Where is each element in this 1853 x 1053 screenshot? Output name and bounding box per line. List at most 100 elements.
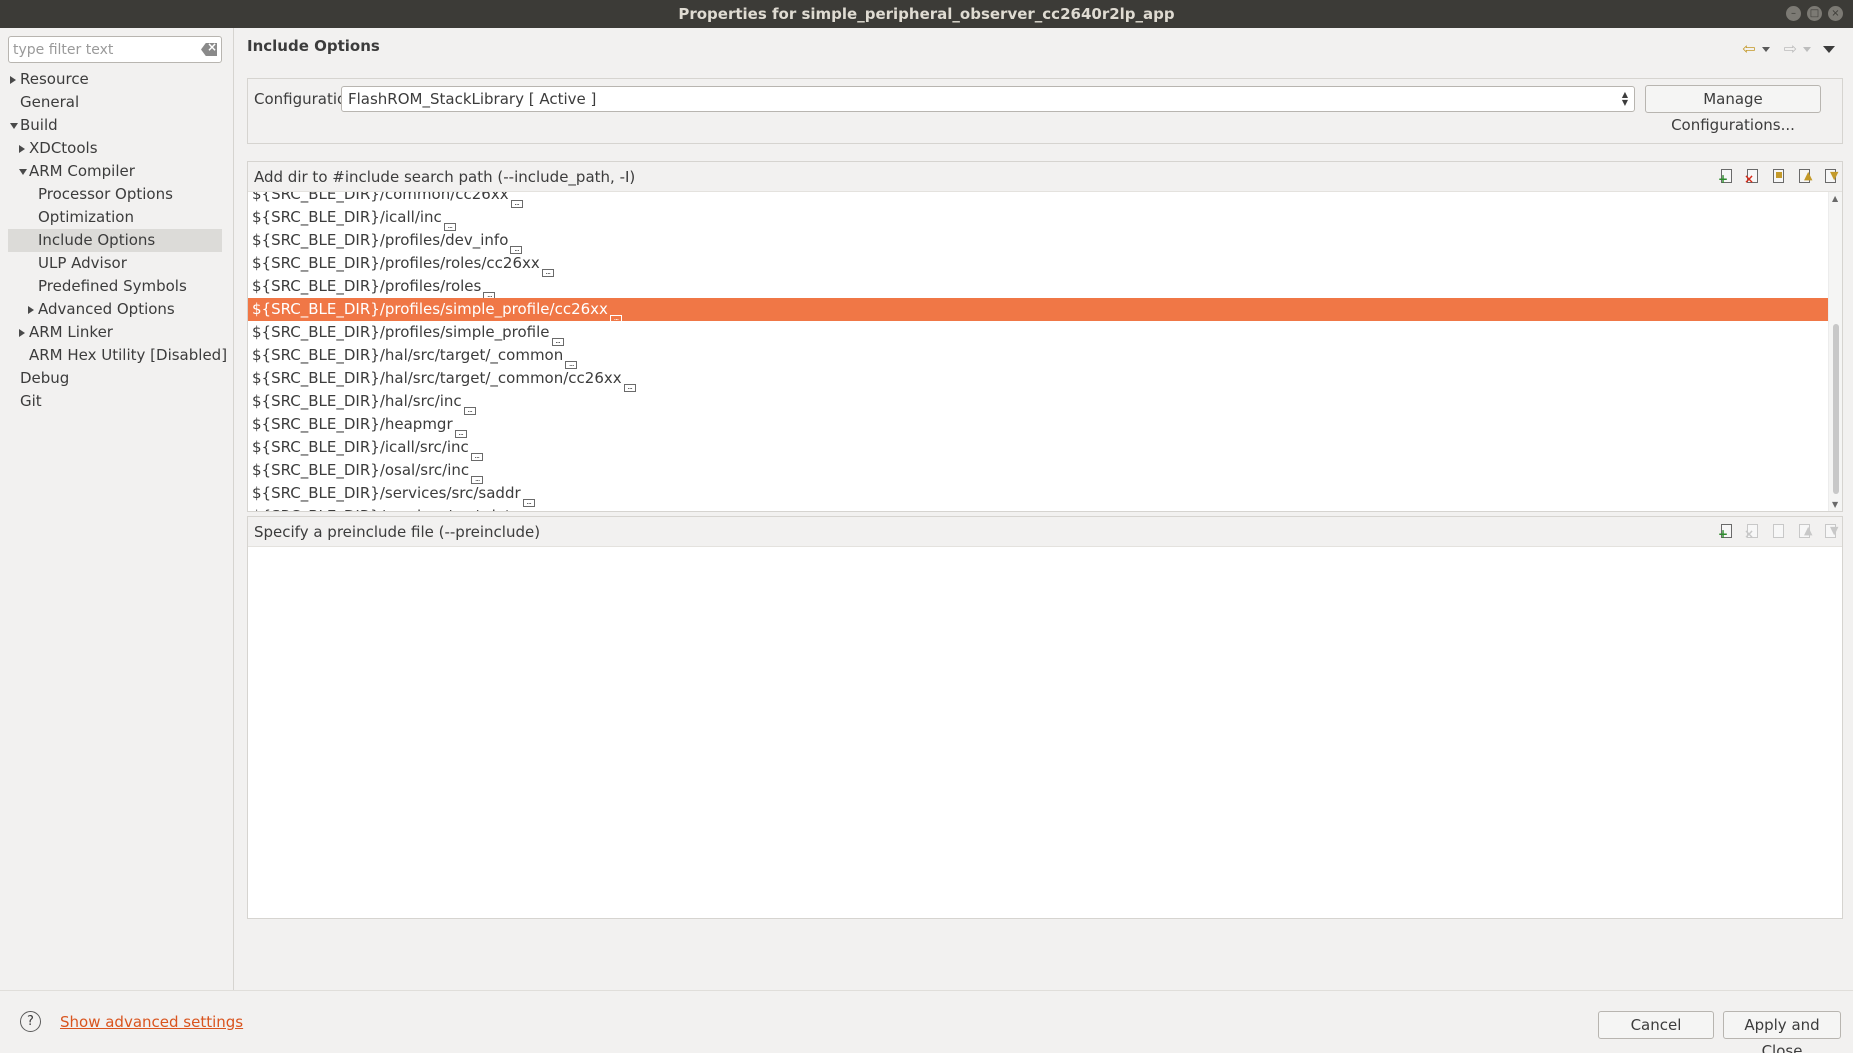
page-title: Include Options bbox=[247, 37, 380, 55]
tree-item-ulp-advisor[interactable]: ULP Advisor bbox=[8, 252, 222, 275]
tree-item-arm-linker[interactable]: ARM Linker bbox=[8, 321, 222, 344]
tree-item-optimization[interactable]: Optimization bbox=[8, 206, 222, 229]
scroll-down-icon[interactable]: ▼ bbox=[1832, 500, 1838, 509]
include-path-row[interactable]: ${SRC_BLE_DIR}/profiles/simple_profile/c… bbox=[248, 298, 1828, 323]
include-path-row[interactable]: ${SRC_BLE_DIR}/hal/src/target/_common... bbox=[248, 344, 1828, 369]
tree-item-label: Processor Options bbox=[38, 185, 173, 203]
tree-item-label: ULP Advisor bbox=[38, 254, 127, 272]
filter-input[interactable] bbox=[9, 37, 189, 62]
move-down-preinclude-icon[interactable]: ▼ bbox=[1822, 523, 1838, 539]
expanded-arrow-icon[interactable] bbox=[10, 123, 18, 129]
clear-filter-icon[interactable] bbox=[201, 43, 217, 56]
preinclude-toolbar: + × ▲ ▼ bbox=[1718, 523, 1838, 540]
move-up-preinclude-icon[interactable]: ▲ bbox=[1796, 523, 1812, 539]
expanded-arrow-icon[interactable] bbox=[19, 169, 27, 175]
manage-configurations-button[interactable]: Manage Configurations... bbox=[1645, 85, 1821, 134]
tree-item-label: Git bbox=[20, 392, 42, 410]
include-path-text: ${SRC_BLE_DIR}/hal/src/inc bbox=[252, 392, 462, 410]
collapsed-arrow-icon[interactable] bbox=[19, 329, 25, 337]
forward-history-dropdown-icon[interactable] bbox=[1803, 46, 1811, 52]
include-path-text: ${SRC_BLE_DIR}/profiles/roles/cc26xx bbox=[252, 254, 540, 272]
back-arrow-icon[interactable]: ⇦ bbox=[1742, 41, 1755, 57]
include-path-row[interactable]: ${SRC_BLE_DIR}/hal/src/inc... bbox=[248, 390, 1828, 415]
property-page: Include Options ⇦ ⇨ Configuration: Flash… bbox=[235, 28, 1853, 990]
preinclude-panel: Specify a preinclude file (--preinclude)… bbox=[247, 516, 1843, 919]
close-icon[interactable]: × bbox=[1828, 6, 1843, 21]
scroll-up-icon[interactable]: ▲ bbox=[1832, 194, 1838, 203]
tree-item-label: ARM Hex Utility [Disabled] bbox=[29, 346, 228, 364]
tree-item-label: ARM Compiler bbox=[29, 162, 135, 180]
configuration-group: Configuration: FlashROM_StackLibrary [ A… bbox=[247, 78, 1843, 144]
tree-item-predefined-symbols[interactable]: Predefined Symbols bbox=[8, 275, 222, 298]
apply-and-close-button[interactable]: Apply and Close bbox=[1723, 1011, 1841, 1053]
include-path-row[interactable]: ${SRC_BLE_DIR}/hal/src/target/_common/cc… bbox=[248, 367, 1828, 392]
tree-item-label: XDCtools bbox=[29, 139, 98, 157]
include-path-row[interactable]: ${SRC_BLE_DIR}/profiles/roles... bbox=[248, 275, 1828, 300]
tree-item-label: Include Options bbox=[38, 231, 156, 249]
include-path-text: ${SRC_BLE_DIR}/profiles/simple_profile/c… bbox=[252, 300, 608, 318]
delete-path-icon[interactable]: × bbox=[1744, 168, 1760, 185]
tree-item-xdctools[interactable]: XDCtools bbox=[8, 137, 222, 160]
include-path-list[interactable]: ${SRC_BLE_DIR}/common/cc26xx... ${SRC_BLE… bbox=[248, 192, 1828, 511]
include-path-row[interactable]: ${SRC_BLE_DIR}/icall/inc... bbox=[248, 206, 1828, 231]
include-path-text: ${SRC_BLE_DIR}/icall/inc bbox=[252, 208, 442, 226]
include-path-text: ${SRC_BLE_DIR}/icall/src/inc bbox=[252, 438, 469, 456]
back-history-dropdown-icon[interactable] bbox=[1761, 46, 1770, 52]
tree-item-resource[interactable]: Resource bbox=[8, 68, 222, 91]
preinclude-list[interactable] bbox=[248, 547, 1842, 918]
include-path-row[interactable]: ${SRC_BLE_DIR}/profiles/simple_profile..… bbox=[248, 321, 1828, 346]
move-up-icon[interactable]: ▲ bbox=[1796, 168, 1812, 184]
maximize-icon[interactable]: □ bbox=[1807, 6, 1822, 21]
tree-item-arm-hex-utility-disabled[interactable]: ARM Hex Utility [Disabled] bbox=[8, 344, 227, 367]
dialog-footer: ? Show advanced settings Cancel Apply an… bbox=[0, 990, 1853, 1053]
delete-preinclude-icon[interactable]: × bbox=[1744, 523, 1760, 540]
include-path-row[interactable]: ${SRC_BLE_DIR}/osal/src/inc... bbox=[248, 459, 1828, 484]
include-path-header: Add dir to #include search path (--inclu… bbox=[248, 162, 1842, 192]
add-preinclude-icon[interactable]: + bbox=[1718, 523, 1734, 540]
window-controls: – □ × bbox=[1786, 6, 1843, 21]
configuration-select[interactable]: FlashROM_StackLibrary [ Active ] ▲ ▼ bbox=[341, 86, 1635, 112]
cancel-button[interactable]: Cancel bbox=[1598, 1011, 1714, 1039]
scroll-thumb[interactable] bbox=[1833, 324, 1839, 494]
minimize-icon[interactable]: – bbox=[1786, 6, 1801, 21]
show-advanced-settings-link[interactable]: Show advanced settings bbox=[60, 1013, 243, 1031]
tree-item-general[interactable]: General bbox=[8, 91, 222, 114]
edit-path-icon[interactable] bbox=[1770, 168, 1786, 184]
include-path-row[interactable]: ${SRC_BLE_DIR}/services/src/sdata... bbox=[248, 505, 1828, 511]
view-menu-icon[interactable] bbox=[1823, 45, 1835, 53]
preinclude-label: Specify a preinclude file (--preinclude) bbox=[254, 523, 541, 541]
tree-item-label: Predefined Symbols bbox=[38, 277, 187, 295]
window-title: Properties for simple_peripheral_observe… bbox=[678, 5, 1175, 23]
include-path-row[interactable]: ${SRC_BLE_DIR}/profiles/dev_info... bbox=[248, 229, 1828, 254]
include-path-panel: Add dir to #include search path (--inclu… bbox=[247, 161, 1843, 512]
collapsed-arrow-icon[interactable] bbox=[28, 306, 34, 314]
tree-item-debug[interactable]: Debug bbox=[8, 367, 222, 390]
tree-item-processor-options[interactable]: Processor Options bbox=[8, 183, 222, 206]
tree-item-include-options[interactable]: Include Options bbox=[8, 229, 222, 252]
tree-item-git[interactable]: Git bbox=[8, 390, 222, 413]
updown-arrows-icon: ▲ ▼ bbox=[1621, 90, 1628, 107]
move-down-icon[interactable]: ▼ bbox=[1822, 168, 1838, 184]
tree-item-arm-compiler[interactable]: ARM Compiler bbox=[8, 160, 222, 183]
include-path-row[interactable]: ${SRC_BLE_DIR}/services/src/saddr... bbox=[248, 482, 1828, 507]
include-path-row[interactable]: ${SRC_BLE_DIR}/common/cc26xx... bbox=[248, 192, 1828, 208]
help-icon[interactable]: ? bbox=[20, 1011, 41, 1032]
include-path-scrollbar[interactable]: ▲ ▼ bbox=[1828, 192, 1842, 511]
edit-preinclude-icon[interactable] bbox=[1770, 523, 1786, 539]
collapsed-arrow-icon[interactable] bbox=[19, 145, 25, 153]
add-path-icon[interactable]: + bbox=[1718, 168, 1734, 185]
forward-arrow-icon[interactable]: ⇨ bbox=[1784, 41, 1797, 57]
include-path-toolbar: + × ▲ ▼ bbox=[1718, 168, 1838, 185]
collapsed-arrow-icon[interactable] bbox=[10, 76, 16, 84]
include-path-text: ${SRC_BLE_DIR}/profiles/dev_info bbox=[252, 231, 509, 249]
tree-item-advanced-options[interactable]: Advanced Options bbox=[8, 298, 222, 321]
include-path-label: Add dir to #include search path (--inclu… bbox=[254, 168, 636, 186]
include-path-row[interactable]: ${SRC_BLE_DIR}/icall/src/inc... bbox=[248, 436, 1828, 461]
include-path-row[interactable]: ${SRC_BLE_DIR}/profiles/roles/cc26xx... bbox=[248, 252, 1828, 277]
page-nav: ⇦ ⇨ bbox=[1742, 41, 1835, 57]
tree-item-label: ARM Linker bbox=[29, 323, 113, 341]
tree-item-build[interactable]: Build bbox=[8, 114, 222, 137]
include-path-text: ${SRC_BLE_DIR}/services/src/sdata bbox=[252, 507, 520, 511]
tree-item-label: Optimization bbox=[38, 208, 134, 226]
include-path-row[interactable]: ${SRC_BLE_DIR}/heapmgr... bbox=[248, 413, 1828, 438]
